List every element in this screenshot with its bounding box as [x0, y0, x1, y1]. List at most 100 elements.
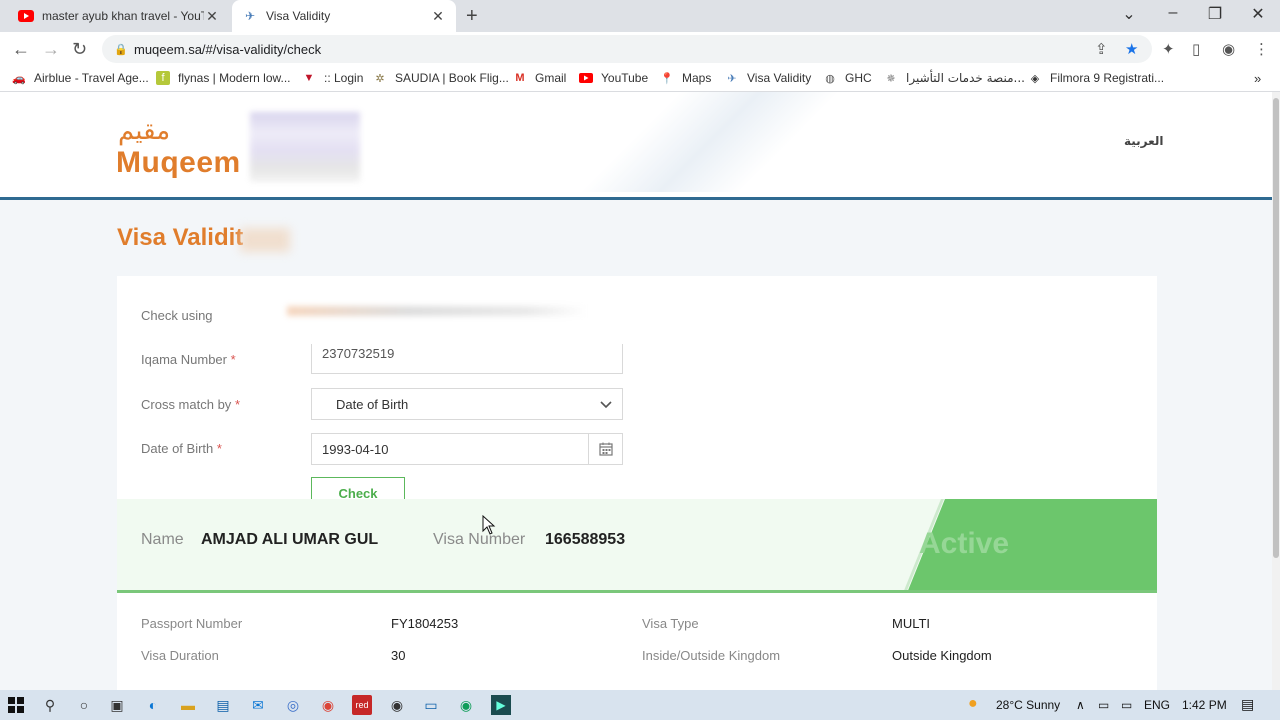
- menu-icon[interactable]: ⋮: [1254, 40, 1269, 58]
- mouse-cursor-icon: [482, 515, 496, 535]
- edge-icon[interactable]: ◐: [143, 695, 163, 715]
- saudia-icon: ✲: [375, 72, 385, 85]
- scrollbar-thumb[interactable]: [1273, 98, 1279, 558]
- passport-number-value: FY1804253: [391, 616, 459, 631]
- check-using-label: Check using: [141, 308, 213, 323]
- iqama-number-input[interactable]: 2370732519: [311, 344, 623, 374]
- filmora-icon: ◈: [1030, 72, 1040, 85]
- lock-icon: 🔒: [114, 43, 128, 56]
- cortana-icon[interactable]: ○: [74, 695, 94, 715]
- bookmark-gmail[interactable]: M Gmail: [513, 71, 566, 85]
- visa-duration-label: Visa Duration: [141, 648, 219, 663]
- filmora-app-icon[interactable]: ▶: [491, 695, 511, 715]
- reload-icon[interactable]: ↻: [72, 39, 87, 60]
- windows-taskbar: ⚲ ○ ▣ ◐ ▬ ▤ ✉ ◎ ◉ red ◉ ▭ ◉ ▶ ● 28°C Sun…: [0, 690, 1280, 720]
- bookmark-login[interactable]: ▼:: Login: [302, 71, 364, 85]
- bookmarks-bar: 🚗 Airblue - Travel Age... f flynas | Moder…: [0, 66, 1280, 92]
- tab-youtube[interactable]: master ayub khan travel - YouTu ✕: [8, 0, 230, 32]
- redacted-area: [287, 306, 587, 316]
- youtube-icon: [18, 8, 34, 24]
- page-title: Visa Validit: [117, 224, 244, 251]
- name-value: AMJAD ALI UMAR GUL: [201, 531, 379, 548]
- file-explorer-icon[interactable]: ▬: [178, 695, 198, 715]
- close-icon[interactable]: ✕: [430, 8, 446, 25]
- share-icon[interactable]: ⇪: [1095, 40, 1108, 58]
- login-icon: ▼: [303, 72, 315, 84]
- name-label: Name: [141, 531, 184, 548]
- bookmark-ghc[interactable]: ◍ GHC: [823, 71, 871, 85]
- close-icon[interactable]: ✕: [204, 8, 220, 25]
- input-language[interactable]: ENG: [1144, 698, 1170, 712]
- bookmark-youtube[interactable]: YouTube: [579, 71, 648, 85]
- passport-number-label: Passport Number: [141, 616, 243, 631]
- clock-time[interactable]: 1:42 PM: [1182, 698, 1227, 712]
- bookmark-visa-validity[interactable]: ✈ Visa Validity: [725, 71, 811, 85]
- date-of-birth-input[interactable]: 1993-04-10: [311, 433, 623, 465]
- profile-avatar-icon[interactable]: ◉: [1222, 40, 1235, 58]
- tab-title: master ayub khan travel - YouTu: [42, 9, 204, 23]
- cross-match-label: Cross match by *: [141, 397, 240, 412]
- store-icon[interactable]: ▤: [213, 695, 233, 715]
- muqeem-favicon-icon: ✈: [244, 9, 256, 23]
- restore-icon[interactable]: ❐: [1200, 4, 1230, 24]
- browser-tab-bar: master ayub khan travel - YouTu ✕ ✈ Visa…: [0, 0, 1280, 32]
- windows-start-icon[interactable]: [6, 695, 26, 715]
- task-view-icon[interactable]: ▣: [107, 695, 127, 715]
- side-panel-icon[interactable]: ▯: [1192, 40, 1200, 58]
- date-of-birth-label: Date of Birth *: [141, 441, 222, 456]
- tab-visa-validity[interactable]: ✈ Visa Validity ✕: [232, 0, 456, 32]
- flynas-icon: f: [156, 71, 170, 85]
- chrome-profile-icon[interactable]: ◉: [456, 695, 476, 715]
- minimize-icon[interactable]: –: [1158, 4, 1188, 22]
- chrome-icon[interactable]: ◉: [318, 695, 338, 715]
- notification-icon[interactable]: ▤: [1241, 696, 1254, 713]
- bookmark-saudia[interactable]: ✲ SAUDIA | Book Flig...: [373, 71, 508, 85]
- calendar-icon[interactable]: [588, 434, 622, 464]
- media-player-icon[interactable]: ◉: [387, 695, 407, 715]
- network-icon[interactable]: ▭: [1098, 698, 1109, 712]
- visa-duration-value: 30: [391, 648, 406, 663]
- cross-match-select[interactable]: Date of Birth: [311, 388, 623, 420]
- bookmarks-overflow-icon[interactable]: »: [1254, 71, 1261, 86]
- weather-text[interactable]: 28°C Sunny: [996, 698, 1060, 712]
- inside-outside-label: Inside/Outside Kingdom: [642, 648, 781, 663]
- tab-search-chevron-icon[interactable]: ⌄: [1114, 4, 1144, 24]
- mail-icon[interactable]: ✉: [248, 695, 268, 715]
- bookmark-visa-platform[interactable]: ✵ منصة خدمات التأشيرا...: [884, 71, 1025, 85]
- bookmark-star-icon[interactable]: ★: [1125, 40, 1138, 58]
- bookmark-flynas[interactable]: f flynas | Modern low...: [156, 71, 291, 85]
- page-scrollbar[interactable]: [1272, 92, 1280, 690]
- visa-type-label: Visa Type: [642, 616, 699, 631]
- visa-check-card: Check using Iqama Number * 2370732519 Cr…: [117, 276, 1157, 690]
- page-viewport: مقيم Muqeem العربية Visa Validit Check u…: [0, 92, 1272, 690]
- remote-desktop-icon[interactable]: ▭: [421, 695, 441, 715]
- tray-chevron-up-icon[interactable]: ∧: [1076, 698, 1085, 712]
- url-input[interactable]: 🔒 muqeem.sa/#/visa-validity/check: [102, 35, 1152, 63]
- address-bar-row: ← → ↻ 🔒 muqeem.sa/#/visa-validity/check …: [0, 32, 1280, 66]
- tab-title: Visa Validity: [266, 9, 331, 23]
- visa-status-badge: Active: [919, 527, 1010, 560]
- back-icon[interactable]: ←: [12, 39, 30, 60]
- browser-app-icon[interactable]: ◎: [283, 695, 303, 715]
- bookmark-filmora[interactable]: ◈ Filmora 9 Registrati...: [1028, 71, 1164, 85]
- logo-english[interactable]: Muqeem: [116, 146, 241, 180]
- battery-icon[interactable]: ▭: [1121, 698, 1132, 712]
- extensions-icon[interactable]: ✦: [1162, 40, 1175, 58]
- airblue-icon: 🚗: [12, 72, 26, 85]
- logo-arabic[interactable]: مقيم: [118, 116, 170, 146]
- youtube-icon: [579, 71, 593, 85]
- forward-icon[interactable]: →: [42, 39, 60, 60]
- bookmark-airblue[interactable]: 🚗 Airblue - Travel Age...: [12, 71, 149, 85]
- search-icon[interactable]: ⚲: [40, 695, 60, 715]
- language-switch-link[interactable]: العربية: [1124, 134, 1164, 148]
- red-app-icon[interactable]: red: [352, 695, 372, 715]
- visa-number-value: 166588953: [545, 531, 626, 548]
- weather-sun-icon: ●: [968, 695, 978, 712]
- new-tab-icon[interactable]: +: [466, 5, 478, 28]
- globe-icon: ◍: [825, 72, 835, 85]
- header-decoration: [560, 92, 860, 192]
- maps-pin-icon: 📍: [660, 72, 674, 85]
- emblem-icon: ✵: [886, 72, 896, 85]
- window-close-icon[interactable]: ✕: [1243, 4, 1273, 24]
- bookmark-maps[interactable]: 📍 Maps: [660, 71, 711, 85]
